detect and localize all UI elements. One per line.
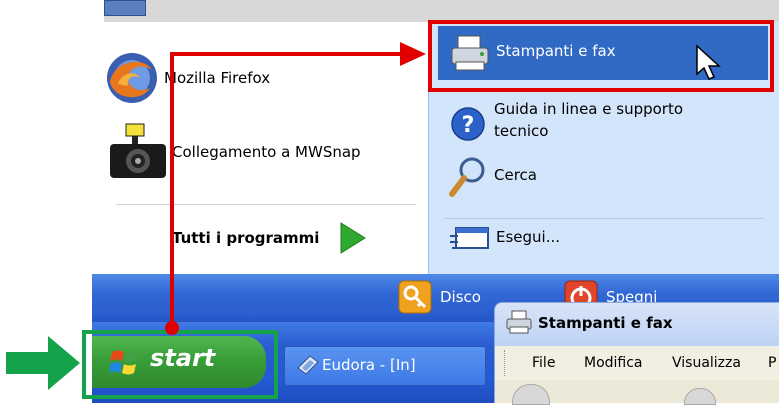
annotation-arrows bbox=[6, 42, 426, 390]
red-arrow-path bbox=[170, 52, 402, 328]
green-arrow-head bbox=[48, 336, 80, 390]
red-arrow-origin-dot bbox=[165, 321, 179, 335]
green-arrow-shaft bbox=[6, 352, 50, 374]
red-arrow-head bbox=[400, 42, 426, 66]
